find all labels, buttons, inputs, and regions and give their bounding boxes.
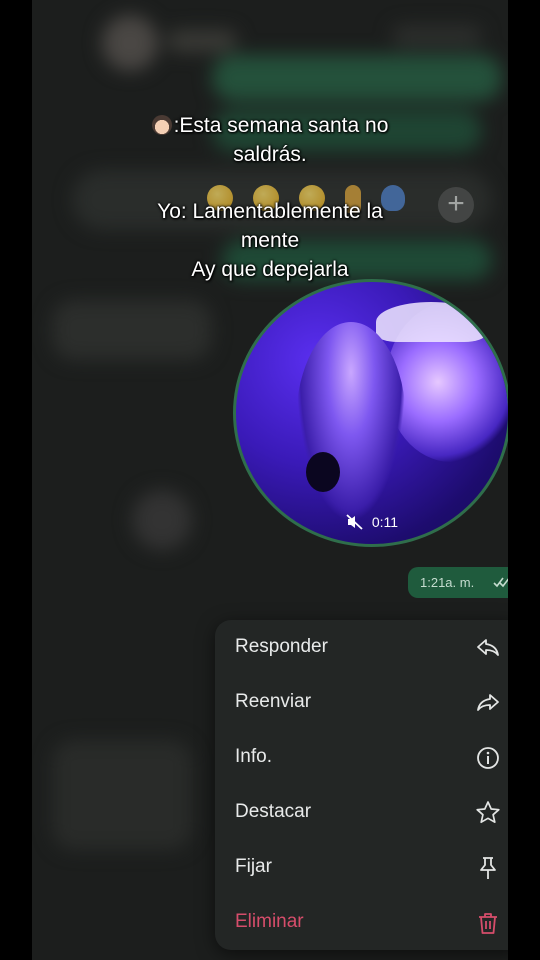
- message-context-menu: Responder Reenviar Info. Destacar Fijar …: [215, 620, 508, 950]
- menu-item-label: Fijar: [235, 856, 272, 877]
- menu-item-forward[interactable]: Reenviar: [215, 675, 508, 730]
- blurred-message-bubble: [212, 55, 502, 101]
- menu-item-reply[interactable]: Responder: [215, 620, 508, 675]
- menu-item-label: Destacar: [235, 801, 312, 822]
- message-time-bubble[interactable]: 1:21a. m.: [408, 567, 508, 598]
- trash-icon: [479, 913, 497, 934]
- overlay-caption-top: :Esta semana santa no saldrás.: [0, 111, 540, 169]
- menu-item-label: Responder: [235, 636, 328, 657]
- video-meta: 0:11: [236, 514, 508, 530]
- menu-item-label: Info.: [235, 746, 272, 767]
- menu-item-label: Eliminar: [235, 911, 304, 932]
- menu-item-delete[interactable]: Eliminar: [215, 895, 508, 950]
- forward-icon: [477, 694, 499, 711]
- info-icon: [477, 747, 499, 769]
- overlay-caption-bottom: Yo: Lamentablemente la mente Ay que depe…: [0, 197, 540, 284]
- video-duration: 0:11: [371, 514, 399, 530]
- blurred-message-bubble: [52, 740, 192, 850]
- read-ticks-icon: [493, 577, 508, 588]
- muted-icon[interactable]: [346, 514, 364, 530]
- video-person: [296, 322, 406, 522]
- contact-avatar: [102, 15, 158, 71]
- menu-item-pin[interactable]: Fijar: [215, 840, 508, 895]
- caption-line: Ay que depejarla: [191, 258, 349, 281]
- caption-line: mente: [240, 229, 300, 252]
- blurred-message-bubble: [52, 300, 212, 360]
- blurred-avatar: [132, 490, 192, 550]
- caption-line: :Esta semana santa no: [173, 114, 389, 137]
- caption-line: saldrás.: [233, 143, 307, 166]
- blurred-contact-name: [167, 30, 237, 52]
- menu-item-label: Reenviar: [235, 691, 312, 712]
- reply-icon: [477, 639, 499, 656]
- video-note[interactable]: 0:11: [233, 279, 508, 547]
- video-hat: [376, 302, 486, 342]
- message-time: 1:21a. m.: [420, 575, 475, 590]
- pin-icon: [480, 857, 496, 879]
- menu-item-star[interactable]: Destacar: [215, 785, 508, 840]
- blurred-header-icons: [392, 25, 482, 47]
- woman-emoji-icon: [151, 115, 172, 135]
- star-icon: [476, 801, 500, 824]
- caption-line: Yo: Lamentablemente la: [157, 200, 383, 223]
- menu-item-info[interactable]: Info.: [215, 730, 508, 785]
- video-mic: [306, 452, 340, 492]
